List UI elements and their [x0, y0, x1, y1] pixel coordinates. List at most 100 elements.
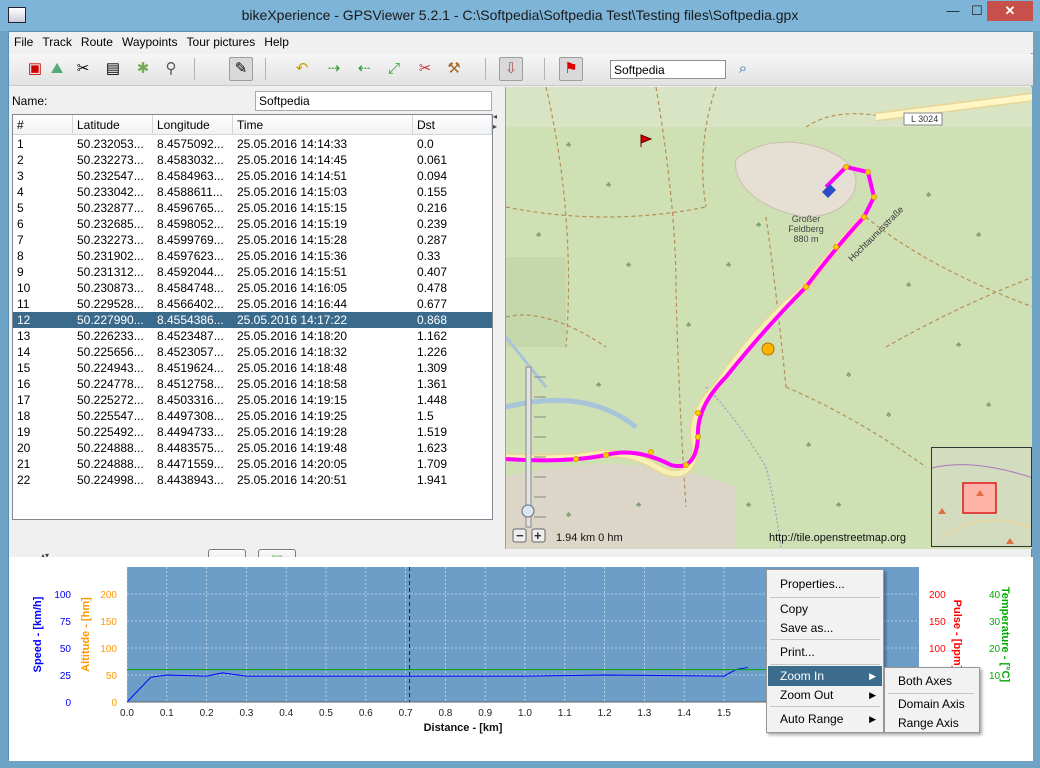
- table-row[interactable]: 17 50.225272... 8.4503316... 25.05.2016 14:…: [13, 392, 492, 408]
- menu-help[interactable]: Help: [259, 32, 293, 49]
- svg-text:Feldberg: Feldberg: [788, 224, 824, 234]
- export-icon[interactable]: ⇩: [499, 57, 523, 81]
- menu-route[interactable]: Route: [76, 32, 117, 49]
- table-row[interactable]: 19 50.225492... 8.4494733... 25.05.2016 14:…: [13, 424, 492, 440]
- table-row[interactable]: 11 50.229528... 8.4566402... 25.05.2016 14:…: [13, 296, 492, 312]
- table-row[interactable]: 5 50.232877... 8.4596765... 25.05.2016 14:1…: [13, 200, 492, 216]
- table-row[interactable]: 14 50.225656... 8.4523057... 25.05.2016 14:…: [13, 344, 492, 360]
- table-header: # Latitude Longitude Time Dst: [13, 115, 492, 135]
- table-cell: 11: [17, 297, 30, 311]
- table-cell: 16: [17, 377, 31, 391]
- splitter-arrows[interactable]: ◂ ▸: [493, 112, 501, 142]
- name-field[interactable]: Softpedia: [255, 91, 492, 111]
- table-cell: 50.230873...: [77, 281, 144, 295]
- minimize-button[interactable]: —: [940, 1, 966, 21]
- map-search-icon[interactable]: ⚲: [159, 57, 183, 81]
- title-bar: bikeXperience - GPSViewer 5.2.1 - C:\Sof…: [0, 0, 1040, 31]
- cut-icon[interactable]: ✂: [413, 57, 437, 81]
- table-cell: 0.0: [417, 137, 434, 151]
- table-cell: 25.05.2016 14:19:25: [237, 409, 348, 423]
- menu-waypoints[interactable]: Waypoints: [117, 32, 182, 49]
- briefcase-icon[interactable]: ▤: [101, 57, 125, 81]
- table-row[interactable]: 13 50.226233... 8.4523487... 25.05.2016 14:…: [13, 328, 492, 344]
- menu-item-auto-range[interactable]: Auto Range ▶: [768, 709, 882, 729]
- zoom-out-button[interactable]: −: [516, 528, 524, 543]
- column-header-index[interactable]: #: [13, 115, 73, 135]
- table-row[interactable]: 4 50.233042... 8.4588611... 25.05.2016 14:1…: [13, 184, 492, 200]
- table-row[interactable]: 7 50.232273... 8.4599769... 25.05.2016 14:1…: [13, 232, 492, 248]
- column-header-latitude[interactable]: Latitude: [73, 115, 153, 135]
- menu-item-zoom-out[interactable]: Zoom Out ▶: [768, 685, 882, 705]
- flag-icon[interactable]: ⚑: [559, 57, 583, 81]
- table-cell: 50.225656...: [77, 345, 144, 359]
- menu-item-zoom-in[interactable]: Zoom In ▶: [768, 666, 882, 686]
- table-cell: 50.225272...: [77, 393, 144, 407]
- search-input[interactable]: Softpedia: [610, 60, 726, 79]
- table-row[interactable]: 15 50.224943... 8.4519624... 25.05.2016 14:…: [13, 360, 492, 376]
- table-row[interactable]: 3 50.232547... 8.4584963... 25.05.2016 14:1…: [13, 168, 492, 184]
- table-row[interactable]: 12 50.227990... 8.4554386... 25.05.2016 14:…: [13, 312, 492, 328]
- open-file-icon[interactable]: ▣: [23, 57, 47, 81]
- minimap-viewport[interactable]: [962, 482, 997, 514]
- zoom-slider-handle[interactable]: [521, 504, 535, 518]
- table-cell: 8: [17, 249, 24, 263]
- y-tick-label: 200: [100, 590, 117, 601]
- table-cell: 25.05.2016 14:18:48: [237, 361, 348, 375]
- table-row[interactable]: 18 50.225547... 8.4497308... 25.05.2016 14:…: [13, 408, 492, 424]
- zoom-in-button[interactable]: +: [534, 528, 542, 543]
- chart-context-menu: Properties... Copy Save as... Print... Z…: [766, 569, 884, 733]
- submenu-item-both-axes[interactable]: Both Axes: [886, 672, 978, 691]
- table-cell: 0.155: [417, 185, 448, 199]
- table-row[interactable]: 6 50.232685... 8.4598052... 25.05.2016 14:1…: [13, 216, 492, 232]
- table-row[interactable]: 20 50.224888... 8.4483575... 25.05.2016 14:…: [13, 440, 492, 456]
- map-view[interactable]: ♣ ♣ ♣ ♣ ♣ ♣ ♣ ♣ ♣ ♣ ♣ ♣ ♣ ♣ ♣ ♣ ♣ ♣ ♣ ♣ L 3024 Hochtaun…: [505, 87, 1032, 549]
- table-cell: 8.4438943...: [157, 473, 224, 487]
- table-row[interactable]: 9 50.231312... 8.4592044... 25.05.2016 14:1…: [13, 264, 492, 280]
- table-cell: 19: [17, 425, 31, 439]
- menu-item-print[interactable]: Print...: [768, 642, 882, 662]
- column-header-dst[interactable]: Dst: [413, 115, 492, 135]
- table-row[interactable]: 21 50.224888... 8.4471559... 25.05.2016 14:…: [13, 456, 492, 472]
- svg-text:♣: ♣: [566, 140, 572, 149]
- table-row[interactable]: 8 50.231902... 8.4597623... 25.05.2016 14:1…: [13, 248, 492, 264]
- table-row[interactable]: 10 50.230873... 8.4584748... 25.05.2016 14:…: [13, 280, 492, 296]
- table-row[interactable]: 16 50.224778... 8.4512758... 25.05.2016 14:…: [13, 376, 492, 392]
- menu-tour-pictures[interactable]: Tour pictures: [182, 32, 260, 49]
- x-tick-label: 1.1: [558, 708, 572, 719]
- table-cell: 8.4584748...: [157, 281, 224, 295]
- join-points-icon[interactable]: ⇢: [322, 57, 346, 81]
- submenu-item-domain-axis[interactable]: Domain Axis: [886, 695, 978, 714]
- table-cell: 0.094: [417, 169, 448, 183]
- table-row[interactable]: 22 50.224998... 8.4438943... 25.05.2016 14:…: [13, 472, 492, 488]
- column-header-time[interactable]: Time: [233, 115, 413, 135]
- landscape-icon[interactable]: ⛰: [45, 57, 69, 81]
- table-row[interactable]: 1 50.232053... 8.4575092... 25.05.2016 14:1…: [13, 136, 492, 152]
- table-cell: 50.232273...: [77, 153, 144, 167]
- map-pin-icon[interactable]: ✱: [131, 57, 155, 81]
- y-tick-label: 50: [60, 644, 72, 655]
- menu-item-copy[interactable]: Copy: [768, 599, 882, 619]
- hammer-icon[interactable]: ⚒: [442, 57, 466, 81]
- undo-icon[interactable]: ↶: [290, 57, 314, 81]
- table-cell: 25.05.2016 14:19:28: [237, 425, 348, 439]
- y-axis-title: Speed - [km/h]: [32, 596, 44, 672]
- overview-minimap[interactable]: [931, 447, 1032, 547]
- expand-icon[interactable]: ⤢: [382, 57, 406, 81]
- menu-track[interactable]: Track: [37, 32, 76, 49]
- search-icon[interactable]: ⌕: [731, 57, 755, 81]
- split-points-icon[interactable]: ⇠: [352, 57, 376, 81]
- tools-icon[interactable]: ✂: [71, 57, 95, 81]
- x-tick-label: 0.2: [200, 708, 214, 719]
- column-header-longitude[interactable]: Longitude: [153, 115, 233, 135]
- menu-item-properties[interactable]: Properties...: [768, 574, 882, 594]
- close-button[interactable]: ✕: [987, 1, 1033, 21]
- y-tick-label: 150: [100, 617, 117, 628]
- table-row[interactable]: 2 50.232273... 8.4583032... 25.05.2016 14:1…: [13, 152, 492, 168]
- table-cell: 25.05.2016 14:18:32: [237, 345, 348, 359]
- menu-file[interactable]: File: [9, 32, 37, 49]
- map-attribution[interactable]: http://tile.openstreetmap.org: [769, 532, 906, 544]
- brush-icon[interactable]: ✎: [229, 57, 253, 81]
- table-cell: 25.05.2016 14:19:48: [237, 441, 348, 455]
- submenu-item-range-axis[interactable]: Range Axis: [886, 714, 978, 733]
- menu-item-save-as[interactable]: Save as...: [768, 618, 882, 638]
